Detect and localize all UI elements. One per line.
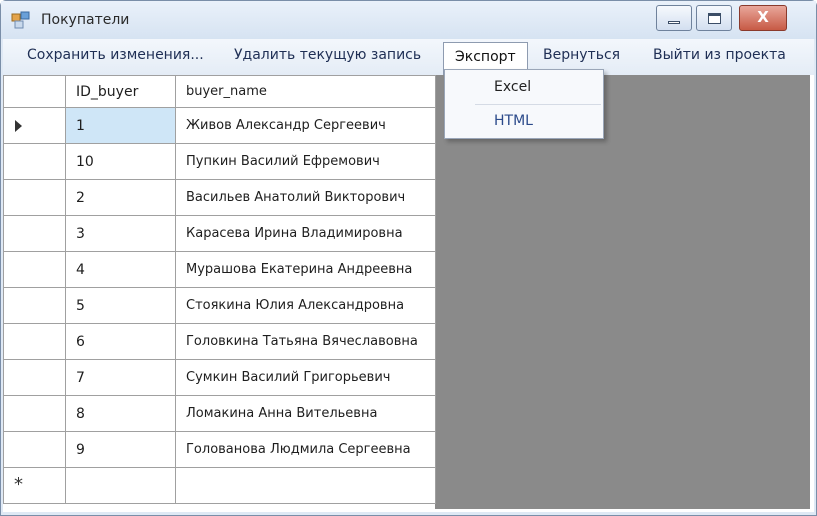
cell-id-buyer[interactable]: 9: [65, 431, 176, 468]
app-icon: [11, 11, 30, 29]
cell-id-buyer[interactable]: 4: [65, 251, 176, 288]
cell-id-buyer[interactable]: 7: [65, 359, 176, 396]
cell-buyer-name[interactable]: Голованова Людмила Сергеевна: [175, 431, 436, 468]
row-header[interactable]: [3, 359, 66, 396]
cell-buyer-name-new[interactable]: [175, 467, 436, 504]
grid-empty-area: [435, 75, 810, 509]
export-html-item[interactable]: HTML: [446, 107, 602, 137]
cell-id-buyer[interactable]: 10: [65, 143, 176, 180]
column-header-buyer-name[interactable]: buyer_name: [175, 75, 436, 108]
row-header[interactable]: [3, 395, 66, 432]
close-button[interactable]: X: [739, 5, 787, 31]
cell-id-buyer[interactable]: 3: [65, 215, 176, 252]
table-row[interactable]: 5 Стоякина Юлия Александровна: [3, 287, 436, 324]
row-header-current[interactable]: [3, 107, 66, 144]
export-excel-item[interactable]: Excel: [446, 73, 602, 103]
close-icon: X: [757, 8, 769, 26]
row-header[interactable]: [3, 143, 66, 180]
table-row[interactable]: 9 Голованова Людмила Сергеевна: [3, 431, 436, 468]
cell-buyer-name[interactable]: Карасева Ирина Владимировна: [175, 215, 436, 252]
maximize-icon: [708, 13, 721, 24]
menu-save-changes[interactable]: Сохранить изменения...: [27, 47, 204, 63]
cell-buyer-name[interactable]: Пупкин Василий Ефремович: [175, 143, 436, 180]
title-bar[interactable]: Покупатели X: [1, 1, 816, 39]
cell-buyer-name[interactable]: Мурашова Екатерина Андреевна: [175, 251, 436, 288]
menu-bar: Сохранить изменения... Удалить текущую з…: [3, 39, 814, 75]
row-header[interactable]: [3, 287, 66, 324]
cell-id-buyer[interactable]: 5: [65, 287, 176, 324]
row-header[interactable]: [3, 431, 66, 468]
table-row[interactable]: 1 Живов Александр Сергеевич: [3, 107, 436, 144]
cell-buyer-name[interactable]: Ломакина Анна Вительевна: [175, 395, 436, 432]
grid-corner-header[interactable]: [3, 75, 66, 108]
row-header[interactable]: [3, 215, 66, 252]
minimize-button[interactable]: [656, 5, 692, 31]
cell-id-buyer[interactable]: 8: [65, 395, 176, 432]
table-row[interactable]: 8 Ломакина Анна Вительевна: [3, 395, 436, 432]
cell-id-buyer[interactable]: 1: [65, 107, 176, 144]
cell-id-buyer-new[interactable]: [65, 467, 176, 504]
new-row-star-icon: *: [14, 474, 23, 495]
cell-id-buyer[interactable]: 6: [65, 323, 176, 360]
new-row[interactable]: *: [3, 467, 436, 504]
column-header-id-buyer[interactable]: ID_buyer: [65, 75, 176, 108]
client-area: ID_buyer buyer_name 1 Живов Александр Се…: [3, 75, 814, 512]
table-row[interactable]: 6 Головкина Татьяна Вячеславовна: [3, 323, 436, 360]
cell-id-buyer[interactable]: 2: [65, 179, 176, 216]
table-row[interactable]: 10 Пупкин Василий Ефремович: [3, 143, 436, 180]
table-row[interactable]: 7 Сумкин Василий Григорьевич: [3, 359, 436, 396]
cell-buyer-name[interactable]: Васильев Анатолий Викторович: [175, 179, 436, 216]
cell-buyer-name[interactable]: Головкина Татьяна Вячеславовна: [175, 323, 436, 360]
menu-delete-record[interactable]: Удалить текущую запись: [234, 47, 421, 63]
menu-back[interactable]: Вернуться: [543, 47, 620, 63]
cell-buyer-name[interactable]: Сумкин Василий Григорьевич: [175, 359, 436, 396]
window-title: Покупатели: [41, 12, 130, 28]
buyers-grid[interactable]: ID_buyer buyer_name 1 Живов Александр Се…: [3, 75, 436, 504]
row-header[interactable]: [3, 251, 66, 288]
export-dropdown-menu: Excel HTML: [444, 69, 604, 139]
minimize-icon: [668, 21, 680, 24]
current-row-arrow-icon: [15, 120, 22, 132]
row-header[interactable]: [3, 179, 66, 216]
row-header[interactable]: [3, 323, 66, 360]
maximize-button[interactable]: [696, 5, 732, 31]
table-row[interactable]: 3 Карасева Ирина Владимировна: [3, 215, 436, 252]
grid-header-row: ID_buyer buyer_name: [3, 75, 436, 108]
menu-exit-project[interactable]: Выйти из проекта: [653, 47, 786, 63]
table-row[interactable]: 4 Мурашова Екатерина Андреевна: [3, 251, 436, 288]
menu-separator: [475, 104, 601, 105]
table-row[interactable]: 2 Васильев Анатолий Викторович: [3, 179, 436, 216]
cell-buyer-name[interactable]: Стоякина Юлия Александровна: [175, 287, 436, 324]
cell-buyer-name[interactable]: Живов Александр Сергеевич: [175, 107, 436, 144]
row-header-new[interactable]: *: [3, 467, 66, 504]
main-window: Покупатели X Сохранить изменения... Удал…: [0, 0, 817, 516]
